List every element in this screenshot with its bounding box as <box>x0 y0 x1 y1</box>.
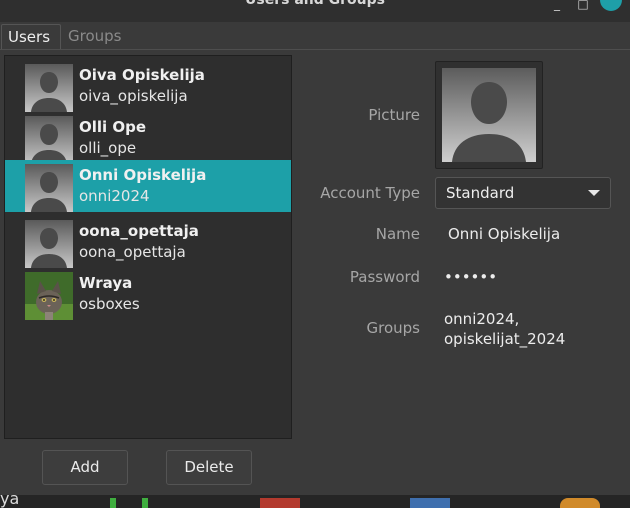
account-type-label: Account Type <box>320 184 420 202</box>
user-list-item[interactable]: Olli Ope olli_ope <box>5 112 291 164</box>
account-type-dropdown[interactable]: Standard <box>435 177 611 209</box>
minimize-icon[interactable]: _ <box>546 0 568 10</box>
user-picture-button[interactable] <box>435 61 543 169</box>
user-display-name: Olli Ope <box>79 118 147 136</box>
user-display-name: Wraya <box>79 274 133 292</box>
taskbar-app-icon[interactable] <box>142 498 148 508</box>
default-avatar-icon <box>25 164 73 212</box>
tab-groups[interactable]: Groups <box>62 24 127 49</box>
default-avatar-icon <box>25 220 73 268</box>
chevron-down-icon <box>588 190 600 196</box>
kitten-photo <box>25 272 73 320</box>
user-list-item[interactable]: oona_opettaja oona_opettaja <box>5 216 291 268</box>
user-login-name: oiva_opiskelija <box>79 87 188 105</box>
taskbar: ya <box>0 495 630 508</box>
taskbar-app-icon[interactable] <box>410 498 450 508</box>
password-label: Password <box>349 268 420 286</box>
user-login-name: onni2024 <box>79 187 150 205</box>
tab-divider <box>0 49 630 50</box>
name-value[interactable]: Onni Opiskelija <box>448 225 560 243</box>
user-list[interactable]: Oiva Opiskelija oiva_opiskelija Olli Ope… <box>4 55 292 439</box>
user-login-name: osboxes <box>79 295 140 313</box>
delete-user-button[interactable]: Delete <box>166 450 252 485</box>
default-avatar-icon <box>442 68 536 162</box>
taskbar-text-fragment: ya <box>0 495 20 508</box>
add-user-button[interactable]: Add <box>42 450 128 485</box>
picture-label: Picture <box>368 106 420 124</box>
user-display-name: Oiva Opiskelija <box>79 66 205 84</box>
window-titlebar: Users and Groups _ □ <box>0 0 630 22</box>
name-label: Name <box>375 225 420 243</box>
user-list-item[interactable]: Wraya osboxes <box>5 268 291 320</box>
taskbar-app-icon[interactable] <box>560 498 600 508</box>
password-value[interactable]: •••••• <box>444 268 497 286</box>
default-avatar-icon <box>25 64 73 112</box>
groups-value-line2[interactable]: opiskelijat_2024 <box>444 330 565 348</box>
groups-label: Groups <box>366 319 420 337</box>
taskbar-app-icon[interactable] <box>110 498 116 508</box>
user-display-name: Onni Opiskelija <box>79 166 207 184</box>
default-avatar-icon <box>25 116 73 164</box>
window-title: Users and Groups <box>245 0 385 8</box>
taskbar-app-icon[interactable] <box>260 498 300 508</box>
account-type-value: Standard <box>446 184 515 202</box>
maximize-icon[interactable]: □ <box>572 0 594 10</box>
user-login-name: olli_ope <box>79 139 137 157</box>
user-list-item[interactable]: Oiva Opiskelija oiva_opiskelija <box>5 60 291 112</box>
groups-value-line1[interactable]: onni2024, <box>444 310 519 328</box>
tab-bar: Users Groups <box>0 24 630 50</box>
close-icon[interactable] <box>600 0 622 11</box>
user-list-item-selected[interactable]: Onni Opiskelija onni2024 <box>5 160 291 212</box>
tab-users[interactable]: Users <box>1 24 61 50</box>
user-login-name: oona_opettaja <box>79 243 186 261</box>
user-display-name: oona_opettaja <box>79 222 199 240</box>
